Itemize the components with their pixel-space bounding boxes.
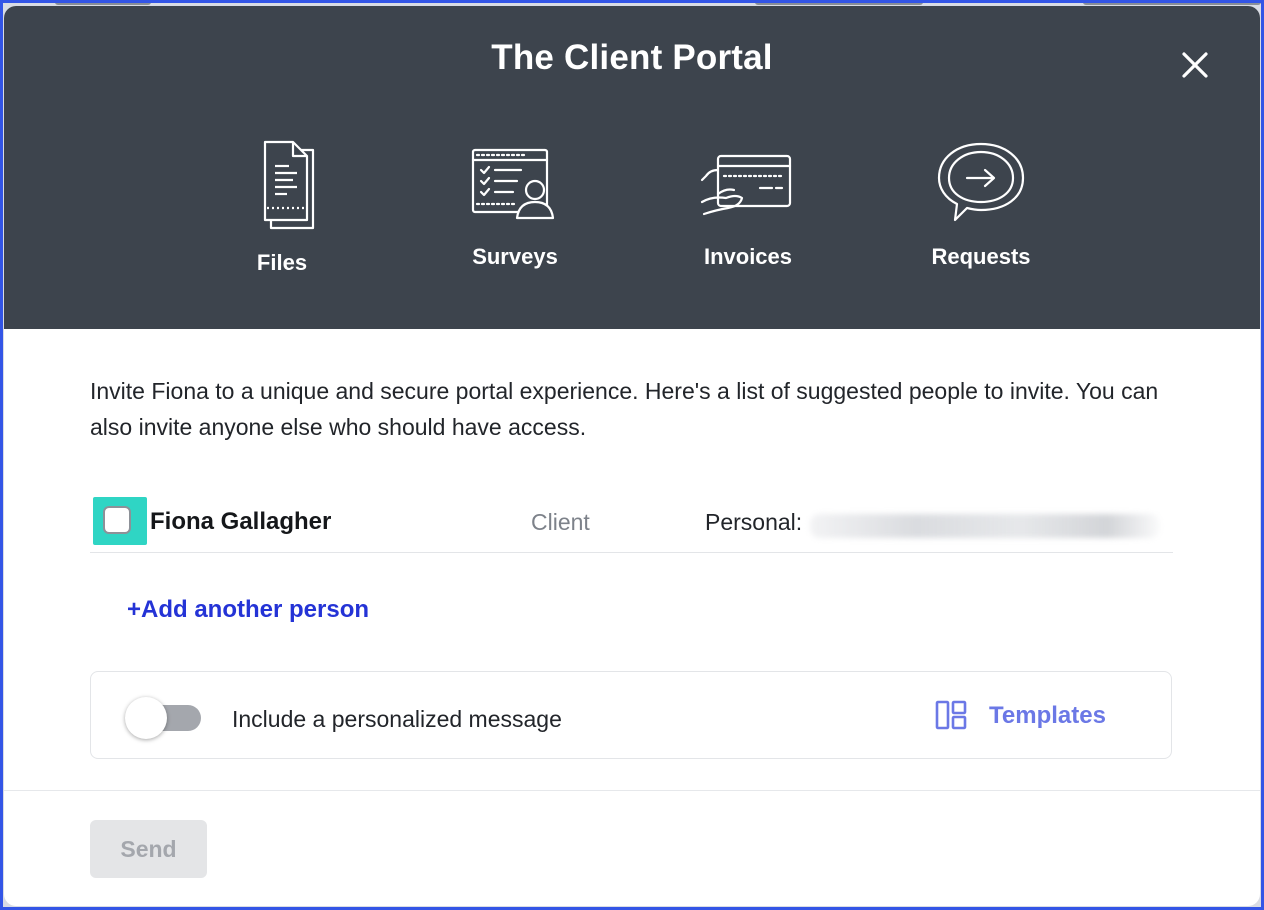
backdrop-text-fragment <box>1083 3 1261 5</box>
footer-divider <box>4 790 1260 791</box>
personalized-message-label: Include a personalized message <box>232 706 562 732</box>
feature-label-files: Files <box>256 250 308 275</box>
client-portal-modal: The Client Portal Files Surveys Invoices… <box>4 6 1260 906</box>
surveys-icon <box>471 148 555 220</box>
personalized-message-box: Include a personalized message Templates <box>90 671 1172 759</box>
person-row: Fiona Gallagher Client Personal: <box>90 494 1173 553</box>
templates-icon <box>935 700 967 730</box>
person-role: Client <box>531 509 590 535</box>
personalized-message-toggle[interactable] <box>125 697 201 739</box>
feature-label-invoices: Invoices <box>703 244 793 269</box>
person-name: Fiona Gallagher <box>150 508 332 535</box>
feature-files: Files <box>182 136 382 276</box>
feature-label-surveys: Surveys <box>472 244 558 269</box>
person-email-redacted <box>810 514 1160 538</box>
person-checkbox[interactable] <box>103 506 131 534</box>
close-icon <box>1182 52 1208 78</box>
invoices-icon <box>700 154 792 216</box>
send-button[interactable]: Send <box>90 820 207 878</box>
backdrop-text-fragment <box>755 3 923 5</box>
feature-label-requests: Requests <box>931 244 1031 269</box>
modal-title: The Client Portal <box>491 38 773 77</box>
person-email-label: Personal: <box>705 509 803 535</box>
feature-invoices: Invoices <box>648 136 848 270</box>
toggle-knob <box>125 697 167 739</box>
feature-requests: Requests <box>881 136 1081 270</box>
feature-surveys: Surveys <box>415 136 615 270</box>
requests-icon <box>937 142 1025 222</box>
backdrop-text-fragment <box>55 3 151 5</box>
templates-label: Templates <box>989 702 1106 729</box>
checkbox-focus-ring <box>93 497 147 545</box>
files-icon <box>263 140 315 230</box>
intro-text: Invite Fiona to a unique and secure port… <box>90 378 1159 440</box>
modal-header: The Client Portal Files Surveys Invoices… <box>4 6 1260 329</box>
add-another-person-link[interactable]: +Add another person <box>127 596 369 624</box>
close-button[interactable] <box>1174 44 1216 86</box>
